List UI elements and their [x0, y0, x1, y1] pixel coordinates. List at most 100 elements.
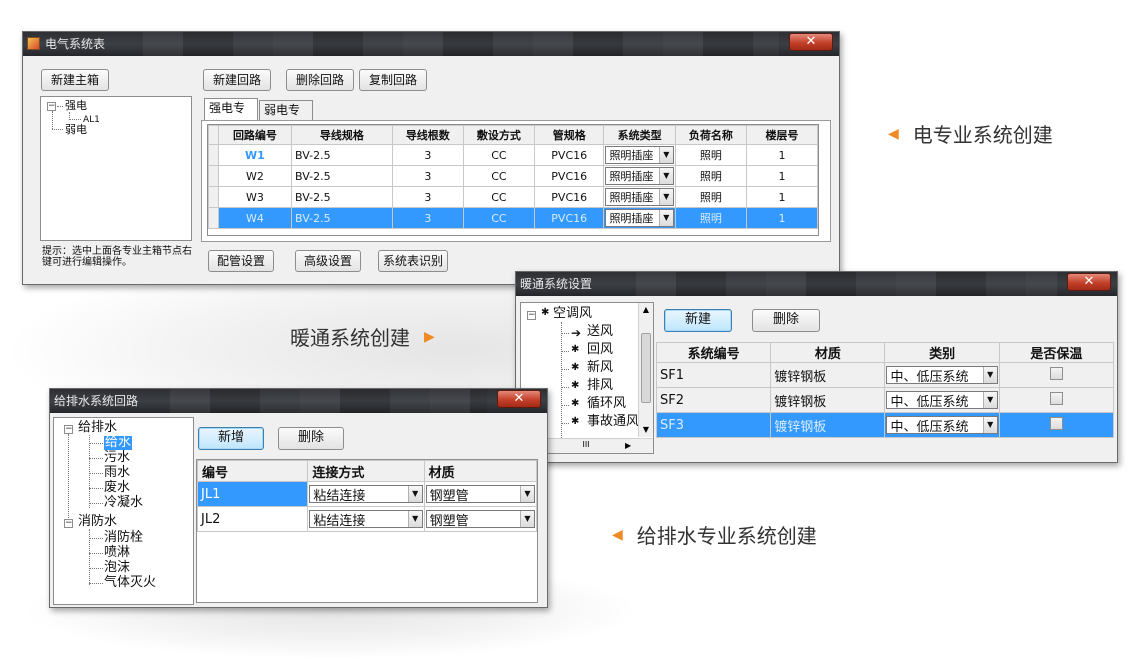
column-header[interactable]: 回路编号	[217, 125, 293, 145]
material-combo[interactable]: 钢塑管 ▼	[425, 485, 535, 504]
column-header[interactable]: 导线规格	[291, 125, 393, 145]
connection-method-combo[interactable]: 粘结连接 ▼	[309, 510, 423, 529]
insulation-checkbox[interactable]	[1049, 416, 1063, 430]
dropdown-arrow-icon[interactable]: ▼	[658, 210, 673, 226]
column-header[interactable]: 材质	[423, 460, 537, 482]
tab-strong-power[interactable]: 强电专业	[204, 98, 258, 133]
scroll-right-icon[interactable]: ▶	[625, 441, 631, 450]
insulation-checkbox[interactable]	[1049, 366, 1063, 380]
table-row[interactable]: W3 BV-2.5 3 CC PVC16 照明插座 ▼ 照明 1	[208, 186, 818, 208]
table-cell[interactable]: 3	[391, 186, 464, 208]
table-cell[interactable]: W2	[217, 165, 293, 187]
table-cell[interactable]: PVC16	[533, 207, 605, 229]
scroll-thumb[interactable]	[641, 333, 651, 403]
row-header[interactable]	[208, 165, 219, 187]
scroll-thumb-grip[interactable]: III	[561, 440, 611, 449]
expander-icon[interactable]: −	[527, 311, 536, 320]
tree-node-water-item[interactable]: 废水	[104, 481, 130, 495]
tree-node-strong-power[interactable]: 强电	[65, 99, 87, 113]
table-cell[interactable]: 照明	[674, 144, 747, 166]
category-combo[interactable]: 中、低压系统 ▼	[886, 366, 998, 385]
table-row[interactable]: SF1 镀锌钢板 中、低压系统 ▼	[656, 362, 1114, 388]
table-cell[interactable]: 1	[745, 165, 818, 187]
tree-node-ac-air[interactable]: 空调风	[553, 307, 592, 321]
system-type-combo[interactable]: 照明插座 ▼	[605, 188, 674, 206]
expander-icon[interactable]: −	[64, 519, 73, 528]
dropdown-arrow-icon[interactable]: ▼	[658, 168, 673, 184]
column-header[interactable]: 类别	[884, 342, 1000, 363]
table-cell[interactable]: JL2	[197, 506, 309, 532]
row-header[interactable]	[208, 144, 219, 166]
table-cell[interactable]: BV-2.5	[291, 186, 393, 208]
tree-node-fire-item[interactable]: 气体灭火	[104, 576, 156, 590]
scroll-down-icon[interactable]: ▼	[639, 423, 653, 437]
dropdown-arrow-icon[interactable]: ▼	[407, 511, 422, 527]
table-cell[interactable]: CC	[462, 165, 535, 187]
material-combo[interactable]: 钢塑管 ▼	[425, 510, 535, 529]
close-button[interactable]: ✕	[497, 390, 541, 408]
tree-node-fire-item[interactable]: 喷淋	[104, 546, 130, 560]
tree-node-fire-water[interactable]: 消防水	[78, 515, 117, 529]
table-cell[interactable]: 3	[391, 165, 464, 187]
tab-weak-power[interactable]: 弱电专业	[259, 100, 313, 135]
table-cell[interactable]: 镀锌钢板	[770, 412, 886, 438]
column-header[interactable]: 敷设方式	[462, 125, 535, 145]
table-row[interactable]: W1 BV-2.5 3 CC PVC16 照明插座 ▼ 照明 1	[208, 144, 818, 166]
scroll-up-icon[interactable]: ▲	[639, 303, 653, 317]
table-cell[interactable]: PVC16	[533, 186, 605, 208]
table-cell[interactable]: PVC16	[533, 165, 605, 187]
dropdown-arrow-icon[interactable]: ▼	[982, 417, 997, 433]
tree-node-hvac-item[interactable]: 回风	[587, 343, 613, 357]
tree-node-weak-power[interactable]: 弱电	[65, 123, 87, 137]
column-header[interactable]: 连接方式	[307, 460, 425, 482]
table-cell[interactable]: SF2	[656, 387, 772, 413]
dropdown-arrow-icon[interactable]: ▼	[982, 392, 997, 408]
new-button[interactable]: 新建	[664, 309, 732, 332]
column-header[interactable]: 系统类型	[603, 125, 676, 145]
column-header[interactable]: 材质	[770, 342, 886, 363]
tree-node-hvac-item[interactable]: 新风	[587, 361, 613, 375]
tree-node-hvac-item[interactable]: 循环风	[587, 397, 626, 411]
dropdown-arrow-icon[interactable]: ▼	[520, 511, 534, 527]
tree-node-hvac-item[interactable]: 排风	[587, 379, 613, 393]
tree-node-fire-item[interactable]: 消防栓	[104, 531, 143, 545]
new-loop-button[interactable]: 新建回路	[203, 69, 271, 91]
tree-node-hvac-item[interactable]: 送风	[587, 325, 613, 339]
system-type-combo[interactable]: 照明插座 ▼	[605, 209, 674, 227]
advanced-settings-button[interactable]: 高级设置	[295, 250, 361, 272]
column-header[interactable]: 管规格	[533, 125, 605, 145]
column-header[interactable]: 编号	[197, 460, 309, 482]
column-header[interactable]: 导线根数	[391, 125, 464, 145]
table-cell[interactable]: 照明	[674, 165, 747, 187]
table-cell[interactable]: BV-2.5	[291, 144, 393, 166]
table-cell[interactable]: SF3	[656, 412, 772, 438]
table-cell[interactable]: BV-2.5	[291, 165, 393, 187]
insulation-checkbox[interactable]	[1049, 391, 1063, 405]
close-button[interactable]: ✕	[789, 33, 833, 51]
tree-node-hvac-item[interactable]: 事故通风	[587, 415, 639, 429]
tree-node-water-item[interactable]: 给水	[104, 436, 133, 450]
system-type-combo[interactable]: 照明插座 ▼	[605, 146, 674, 164]
row-header[interactable]	[208, 207, 219, 229]
table-row[interactable]: SF3 镀锌钢板 中、低压系统 ▼	[656, 412, 1114, 438]
table-cell[interactable]: CC	[462, 186, 535, 208]
system-type-combo[interactable]: 照明插座 ▼	[605, 167, 674, 185]
tree-node-water-supply-drainage[interactable]: 给排水	[78, 421, 117, 435]
expander-icon[interactable]: −	[47, 102, 56, 111]
table-cell[interactable]: 3	[391, 207, 464, 229]
table-cell[interactable]: 照明	[674, 186, 747, 208]
table-cell[interactable]: 镀锌钢板	[770, 387, 886, 413]
tree-node-water-item[interactable]: 污水	[104, 451, 130, 465]
table-cell[interactable]: CC	[462, 144, 535, 166]
row-header[interactable]	[208, 186, 219, 208]
category-combo[interactable]: 中、低压系统 ▼	[886, 416, 998, 435]
system-table-recognize-button[interactable]: 系统表识别	[378, 250, 448, 272]
column-header[interactable]: 负荷名称	[674, 125, 747, 145]
table-cell[interactable]: W4	[217, 207, 293, 229]
table-cell[interactable]: CC	[462, 207, 535, 229]
add-button[interactable]: 新增	[198, 427, 264, 450]
delete-loop-button[interactable]: 删除回路	[286, 69, 354, 91]
column-header[interactable]: 楼层号	[745, 125, 818, 145]
table-cell[interactable]: W1	[217, 144, 293, 166]
dropdown-arrow-icon[interactable]: ▼	[658, 147, 673, 163]
